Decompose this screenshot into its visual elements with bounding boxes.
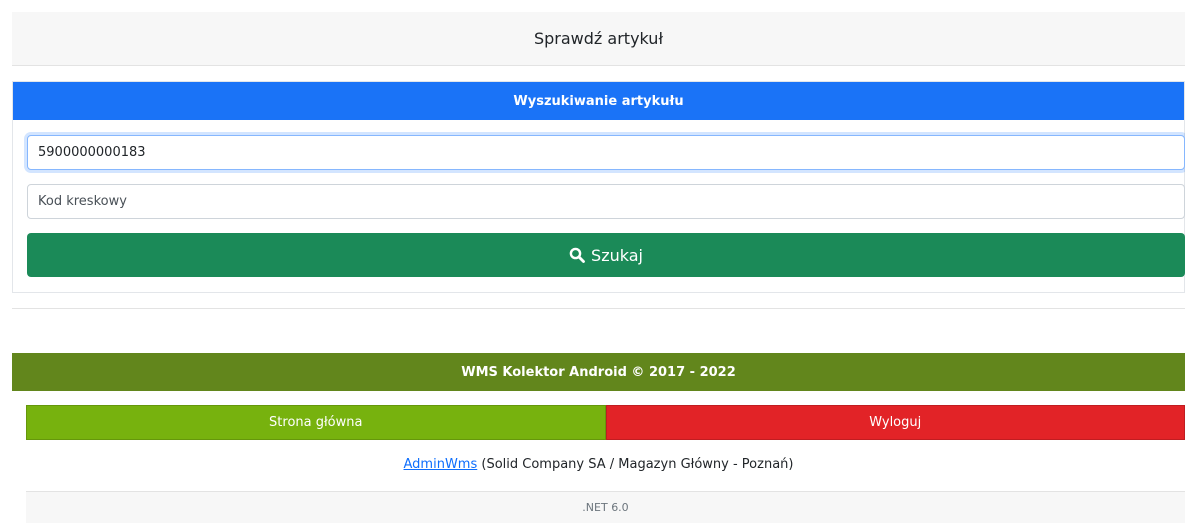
page-header: Sprawdź artykuł <box>12 12 1185 66</box>
logout-button-label: Wyloguj <box>869 415 922 430</box>
page-title: Sprawdź artykuł <box>533 29 663 48</box>
section-divider <box>12 308 1185 309</box>
search-card-header: Wyszukiwanie artykułu <box>13 82 1184 120</box>
footer-title: WMS Kolektor Android © 2017 - 2022 <box>461 364 736 380</box>
user-info: AdminWms (Solid Company SA / Magazyn Głó… <box>12 457 1185 472</box>
footer-nav: Strona główna Wyloguj <box>26 405 1185 440</box>
search-button-label: Szukaj <box>591 245 643 265</box>
home-button[interactable]: Strona główna <box>26 405 606 440</box>
user-link[interactable]: AdminWms <box>404 457 478 472</box>
version-text: .NET 6.0 <box>582 501 629 514</box>
barcode-input[interactable] <box>27 184 1185 219</box>
barcode-value-input[interactable] <box>27 135 1185 170</box>
search-button[interactable]: Szukaj <box>27 233 1185 277</box>
search-icon <box>569 247 585 263</box>
search-card-title: Wyszukiwanie artykułu <box>513 93 684 109</box>
footer-header: WMS Kolektor Android © 2017 - 2022 <box>12 353 1185 391</box>
search-card: Wyszukiwanie artykułu Szukaj <box>12 81 1185 293</box>
home-button-label: Strona główna <box>269 415 363 430</box>
version-bar: .NET 6.0 <box>26 491 1185 523</box>
footer-card: WMS Kolektor Android © 2017 - 2022 Stron… <box>12 353 1185 523</box>
company-text: (Solid Company SA / Magazyn Główny - Poz… <box>477 457 794 472</box>
logout-button[interactable]: Wyloguj <box>605 405 1185 440</box>
